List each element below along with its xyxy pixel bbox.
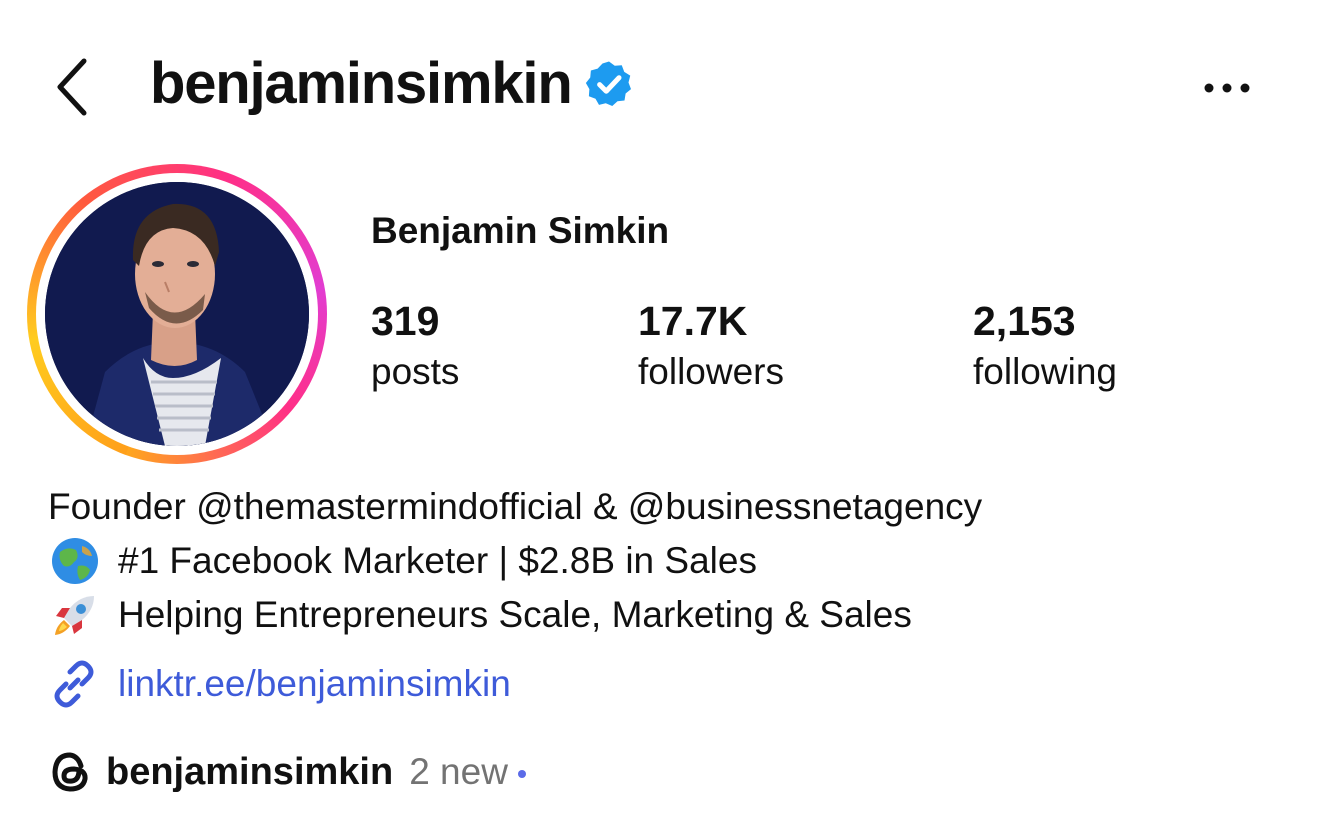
bio-link[interactable]: linktr.ee/benjaminsimkin xyxy=(48,658,511,710)
threads-icon xyxy=(52,752,88,792)
new-indicator-dot xyxy=(517,770,526,778)
bio-line-3: Helping Entrepreneurs Scale, Marketing &… xyxy=(48,588,982,642)
verified-badge-icon xyxy=(585,61,631,106)
rocket-emoji-icon xyxy=(48,588,102,642)
more-horizontal-icon xyxy=(1204,83,1250,93)
bio-text: Founder @themastermindofficial & @busine… xyxy=(48,486,983,527)
stat-value: 2,153 xyxy=(973,298,1076,344)
stat-following[interactable]: 2,153 following xyxy=(973,296,1117,398)
globe-emoji-icon xyxy=(48,534,102,588)
bio-text: Helping Entrepreneurs Scale, Marketing &… xyxy=(118,594,912,635)
stat-posts[interactable]: 319 posts xyxy=(371,296,459,398)
threads-username: benjaminsimkin xyxy=(106,750,394,793)
stat-label: following xyxy=(973,351,1117,392)
bio-line-2: #1 Facebook Marketer | $2.8B in Sales xyxy=(48,534,982,588)
threads-new-count: 2 new xyxy=(409,751,508,792)
page-title: benjaminsimkin xyxy=(150,51,573,116)
bio-line-1: Founder @themastermindofficial & @busine… xyxy=(48,480,982,534)
stat-label: followers xyxy=(638,351,784,392)
bio: Founder @themastermindofficial & @busine… xyxy=(48,480,982,642)
back-button[interactable] xyxy=(44,52,100,122)
stat-value: 17.7K xyxy=(638,298,748,344)
profile-page: benjaminsimkin Benjamin Simkin 319 posts… xyxy=(0,0,1320,835)
bio-text: #1 Facebook Marketer | $2.8B in Sales xyxy=(118,540,757,581)
display-name: Benjamin Simkin xyxy=(371,210,670,251)
chevron-left-icon xyxy=(57,58,87,116)
link-text[interactable]: linktr.ee/benjaminsimkin xyxy=(118,663,511,705)
avatar xyxy=(45,182,309,446)
stat-followers[interactable]: 17.7K followers xyxy=(638,296,784,398)
profile-header: benjaminsimkin xyxy=(150,50,634,117)
stat-label: posts xyxy=(371,351,460,392)
profile-photo xyxy=(45,182,309,446)
story-ring[interactable] xyxy=(27,164,327,464)
more-options-button[interactable] xyxy=(1192,66,1262,110)
threads-badge[interactable]: benjaminsimkin 2 new xyxy=(48,748,526,796)
stat-value: 319 xyxy=(371,298,440,344)
link-icon xyxy=(54,660,94,708)
